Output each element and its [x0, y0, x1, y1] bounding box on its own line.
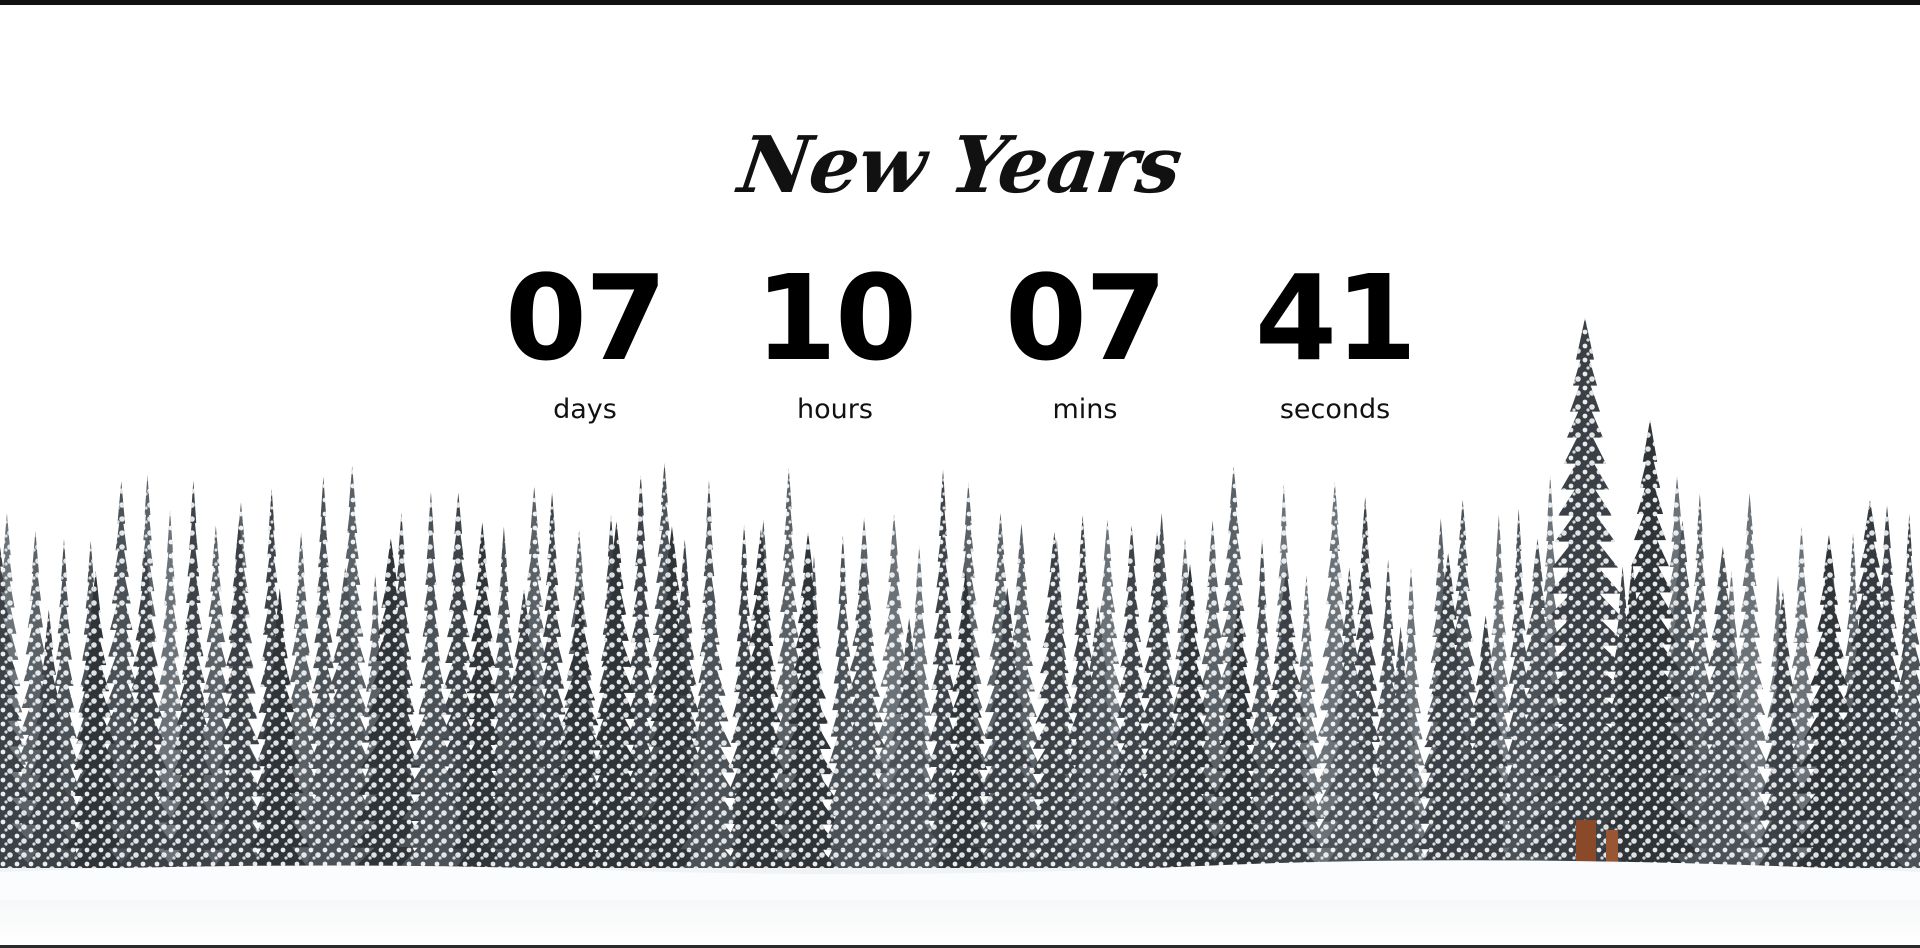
seconds-label: seconds	[1279, 394, 1391, 425]
countdown-page: New Years 07 days 10 hours 07 mins 41 se…	[0, 0, 1920, 948]
mins-label: mins	[1052, 394, 1118, 425]
countdown-seconds: 41 seconds	[1225, 258, 1445, 425]
page-title: New Years	[733, 120, 1187, 211]
hours-value: 10	[754, 249, 917, 387]
days-label: days	[553, 394, 617, 425]
countdown-days: 07 days	[475, 258, 695, 425]
seconds-value: 41	[1254, 249, 1417, 387]
countdown-hours: 10 hours	[725, 258, 945, 425]
mins-value: 07	[1004, 249, 1167, 387]
snowy-pine-forest-image	[0, 318, 1920, 948]
countdown-mins: 07 mins	[975, 258, 1195, 425]
top-border	[0, 0, 1920, 5]
hours-label: hours	[797, 394, 873, 425]
days-value: 07	[504, 249, 667, 387]
